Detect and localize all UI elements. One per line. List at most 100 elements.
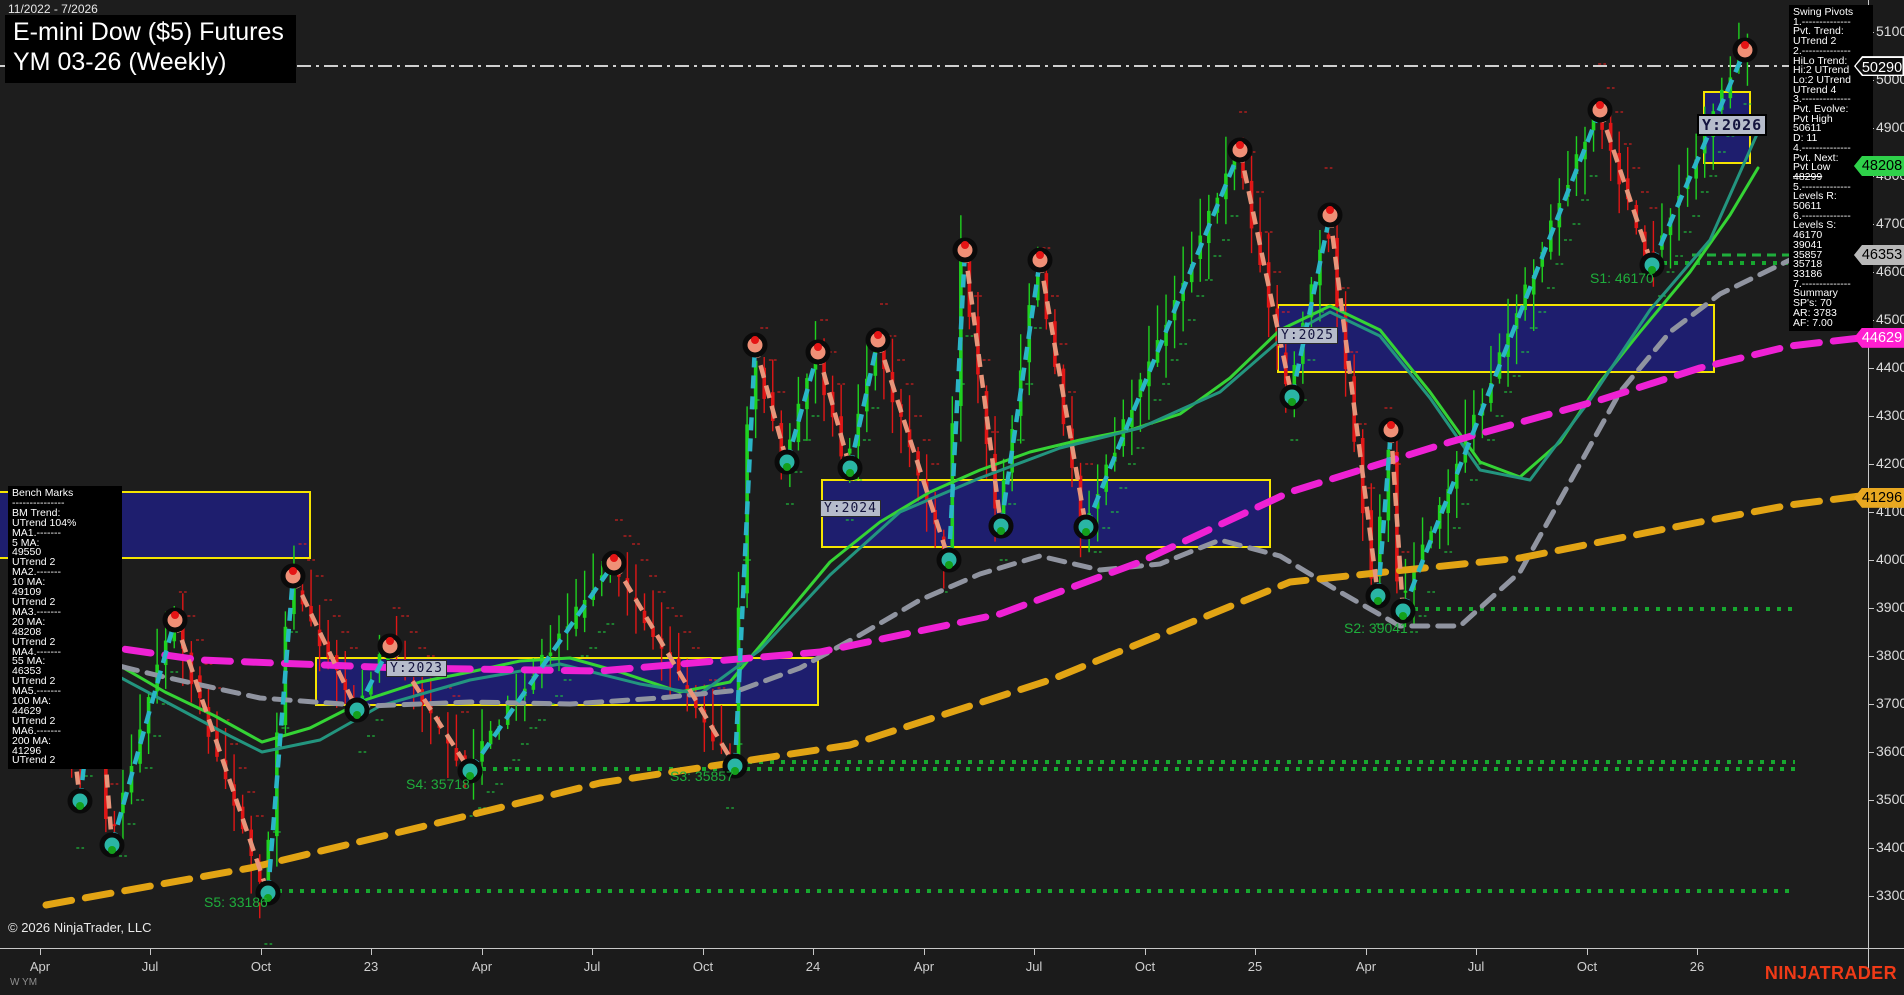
time-axis-tick — [1034, 949, 1035, 955]
pivot-high-dot — [1596, 101, 1604, 109]
pivot-low-dot — [353, 711, 361, 719]
price-axis-label: 39000 — [1876, 599, 1904, 615]
chart-root: 11/2022 - 7/2026 E-mini Dow ($5) Futures… — [0, 0, 1904, 994]
time-axis[interactable]: AprJulOct23AprJulOct24AprJulOct25AprJulO… — [0, 948, 1904, 995]
price-axis-label: 47000 — [1876, 215, 1904, 231]
time-axis-label: Apr — [1356, 959, 1376, 974]
candle-body — [643, 611, 647, 623]
pivot-high-dot — [610, 554, 618, 562]
time-axis-label: Apr — [914, 959, 934, 974]
pivot-low-dot — [108, 846, 116, 854]
candle-body — [848, 449, 852, 454]
price-axis-label: 42000 — [1876, 455, 1904, 471]
time-axis-label: Oct — [1577, 959, 1597, 974]
time-axis-tick — [703, 949, 704, 955]
time-axis-tick — [592, 949, 593, 955]
pivot-high-dot — [961, 241, 969, 249]
price-axis-label: 44000 — [1876, 359, 1904, 375]
price-axis-label: 36000 — [1876, 743, 1904, 759]
time-axis-label: Oct — [1135, 959, 1155, 974]
price-tag-value: 46353 — [1854, 245, 1904, 265]
price-tag-value: 44629 — [1854, 328, 1904, 348]
swing-up-line — [787, 352, 818, 462]
time-axis-tick — [1587, 949, 1588, 955]
pivot-low-dot — [1288, 398, 1296, 406]
time-axis-tick — [261, 949, 262, 955]
swing-up-line — [1086, 150, 1240, 527]
price-axis-label: 34000 — [1876, 839, 1904, 855]
pivot-low-dot — [846, 469, 854, 477]
pivot-high-dot — [751, 336, 759, 344]
price-tag: 48208 — [1854, 156, 1904, 176]
time-axis-label: 25 — [1248, 959, 1262, 974]
time-axis-tick — [1366, 949, 1367, 955]
time-axis-tick — [150, 949, 151, 955]
price-axis-label: 40000 — [1876, 551, 1904, 567]
price-tag-value: 48208 — [1854, 156, 1904, 176]
time-axis-tick — [482, 949, 483, 955]
price-axis[interactable]: 5100050000490004800047000460004500044000… — [1868, 0, 1904, 948]
swing-up-line — [850, 340, 878, 468]
price-axis-tick — [1869, 800, 1874, 801]
chart-title-line1: E-mini Dow ($5) Futures — [13, 17, 284, 47]
time-axis-label: Jul — [584, 959, 601, 974]
time-axis-label: 24 — [806, 959, 820, 974]
price-axis-label: 35000 — [1876, 791, 1904, 807]
instrument-code: W YM — [10, 977, 37, 988]
pivot-high-dot — [1326, 206, 1334, 214]
date-range: 11/2022 - 7/2026 — [8, 2, 98, 16]
candle-body — [1369, 510, 1373, 578]
time-axis-tick — [924, 949, 925, 955]
price-axis-label: 45000 — [1876, 311, 1904, 327]
time-axis-tick — [813, 949, 814, 955]
time-axis-tick — [1476, 949, 1477, 955]
bench-marks-panel: Bench Marks---------------BM Trend:UTren… — [8, 486, 122, 769]
pivot-low-dot — [1082, 528, 1090, 536]
price-tag-value: 41296 — [1854, 488, 1904, 508]
price-axis-tick — [1869, 512, 1874, 513]
chart-title-line2: YM 03-26 (Weekly) — [13, 47, 284, 77]
support-label: S2: 39041 — [1344, 620, 1408, 636]
candle-body — [685, 685, 689, 689]
year-label: Y:2026 — [1697, 114, 1767, 136]
pivot-high-dot — [386, 637, 394, 645]
pivot-high-dot — [1036, 251, 1044, 259]
support-label: S1: 46170 — [1590, 270, 1654, 286]
chart-canvas[interactable] — [0, 0, 1868, 948]
pivot-low-dot — [76, 802, 84, 810]
year-label: Y:2025 — [1277, 327, 1338, 344]
support-label: S3: 35857 — [670, 768, 734, 784]
time-axis-label: Apr — [472, 959, 492, 974]
time-axis-tick — [1697, 949, 1698, 955]
candle-body — [968, 260, 972, 317]
price-axis-tick — [1869, 368, 1874, 369]
year-label: Y:2024 — [820, 500, 881, 517]
price-tag: 44629 — [1854, 328, 1904, 348]
pivot-low-dot — [783, 463, 791, 471]
price-axis-tick — [1869, 896, 1874, 897]
pivot-high-dot — [1741, 41, 1749, 49]
time-axis-label: Jul — [142, 959, 159, 974]
price-axis-tick — [1869, 848, 1874, 849]
pivot-high-dot — [289, 567, 297, 575]
pivot-low-dot — [1374, 597, 1382, 605]
pivot-high-dot — [814, 343, 822, 351]
copyright-text: © 2026 NinjaTrader, LLC — [8, 920, 152, 935]
price-axis-label: 51000 — [1876, 23, 1904, 39]
price-axis-tick — [1869, 560, 1874, 561]
year-range-box — [822, 480, 1270, 547]
candle-body — [1404, 591, 1408, 593]
pivot-low-dot — [945, 561, 953, 569]
chart-title: E-mini Dow ($5) Futures YM 03-26 (Weekly… — [5, 15, 296, 83]
time-axis-tick — [1255, 949, 1256, 955]
pivot-high-dot — [1236, 141, 1244, 149]
price-axis-tick — [1869, 464, 1874, 465]
support-label: S5: 33186 — [204, 894, 268, 910]
swing-pivots-line: AF: 7.00 — [1793, 319, 1869, 329]
time-axis-label: Apr — [30, 959, 50, 974]
price-axis-tick — [1869, 704, 1874, 705]
pivot-high-dot — [171, 611, 179, 619]
price-axis-label: 33000 — [1876, 887, 1904, 903]
pivot-high-dot — [874, 331, 882, 339]
time-axis-label: Jul — [1468, 959, 1485, 974]
